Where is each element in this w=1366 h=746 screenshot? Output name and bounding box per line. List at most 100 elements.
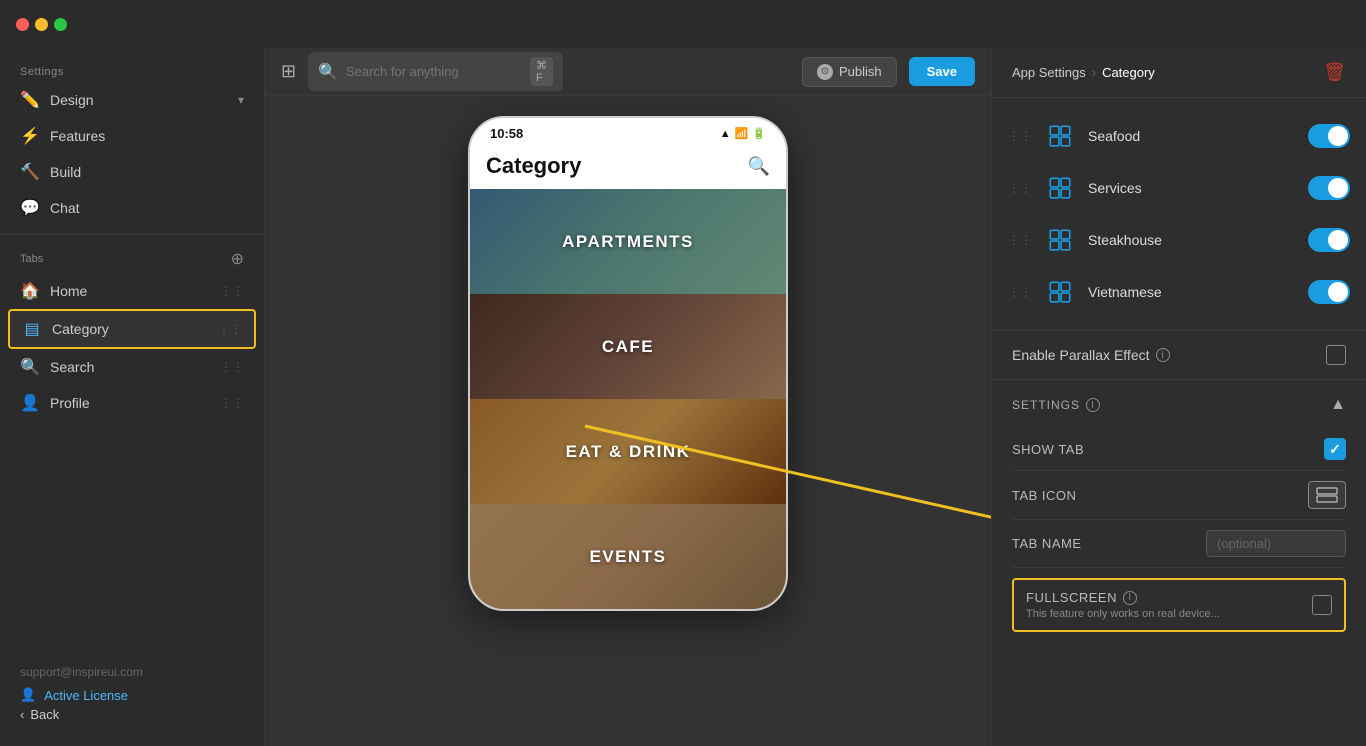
sidebar-footer: support@inspireui.com 👤 Active License ‹… — [0, 653, 264, 734]
right-panel: App Settings › Category 🗑 ⋮⋮ — [991, 48, 1366, 746]
sidebar-item-features[interactable]: ⚡ Features — [0, 118, 264, 154]
phone-frame: 10:58 ▲ 📶 🔋 Category 🔍 — [468, 116, 788, 611]
steakhouse-category-icon — [1044, 224, 1076, 256]
services-toggle[interactable] — [1308, 176, 1350, 200]
tab-name-input[interactable] — [1206, 530, 1346, 557]
publish-button[interactable]: ⊙ Publish — [802, 57, 897, 87]
breadcrumb-root: App Settings — [1012, 65, 1086, 80]
search-bar[interactable]: 🔍 ⌘ F — [308, 52, 563, 91]
eatdrink-label: EAT & DRINK — [566, 442, 691, 462]
chevron-down-icon: ▾ — [238, 93, 244, 107]
back-button[interactable]: ‹ Back — [20, 707, 244, 722]
events-label: EVENTS — [589, 547, 666, 567]
show-tab-row: SHOW TAB — [1012, 428, 1346, 471]
sidebar-item-profile[interactable]: 👤 Profile ⋮⋮ — [0, 385, 264, 421]
breadcrumb-separator: › — [1092, 65, 1096, 80]
save-button[interactable]: Save — [909, 57, 975, 86]
category-card-apartments[interactable]: APARTMENTS — [470, 189, 786, 294]
sidebar-design-label: Design — [50, 92, 228, 108]
maximize-button[interactable] — [54, 18, 67, 31]
settings-title: SETTINGS i — [1012, 398, 1100, 412]
tab-icon-svg — [1316, 487, 1338, 503]
apartments-label: APARTMENTS — [562, 232, 694, 252]
breadcrumb: App Settings › Category — [1012, 65, 1155, 80]
chat-icon: 💬 — [20, 198, 40, 218]
minimize-button[interactable] — [35, 18, 48, 31]
publish-label: Publish — [839, 64, 882, 79]
drag-handle-home: ⋮⋮ — [220, 284, 244, 298]
collapse-icon[interactable]: ▲ — [1330, 396, 1346, 414]
seafood-toggle[interactable] — [1308, 124, 1350, 148]
fullscreen-label: FULLSCREEN i — [1026, 590, 1220, 605]
home-icon: 🏠 — [20, 281, 40, 301]
delete-icon[interactable]: 🗑 — [1323, 62, 1346, 83]
phone-search-icon: 🔍 — [748, 156, 770, 177]
settings-label: SETTINGS — [1012, 398, 1080, 412]
show-tab-label: SHOW TAB — [1012, 442, 1084, 457]
sidebar-item-chat[interactable]: 💬 Chat — [0, 190, 264, 226]
tab-icon-preview[interactable] — [1308, 481, 1346, 509]
vietnamese-toggle[interactable] — [1308, 280, 1350, 304]
features-icon: ⚡ — [20, 126, 40, 146]
seafood-label: Seafood — [1088, 128, 1296, 144]
top-bar: ⊞ 🔍 ⌘ F ⊙ Publish Save — [265, 48, 991, 96]
sidebar-build-label: Build — [50, 164, 244, 180]
sidebar-item-home[interactable]: 🏠 Home ⋮⋮ — [0, 273, 264, 309]
settings-section: SETTINGS i ▲ SHOW TAB TAB ICON — [992, 380, 1366, 640]
phone-category-list: APARTMENTS CAFE EAT & DRINK — [470, 189, 786, 609]
sidebar-search-label: Search — [50, 359, 210, 375]
sidebar-item-build[interactable]: 🔨 Build — [0, 154, 264, 190]
category-card-cafe[interactable]: CAFE — [470, 294, 786, 399]
build-icon: 🔨 — [20, 162, 40, 182]
parallax-checkbox[interactable] — [1326, 345, 1346, 365]
tab-icon-row: TAB ICON — [1012, 471, 1346, 520]
search-input[interactable] — [346, 64, 522, 79]
close-button[interactable] — [16, 18, 29, 31]
tabs-header: Tabs ⊕ — [0, 243, 264, 273]
wifi-icon: 📶 — [735, 127, 749, 140]
battery-icon: 🔋 — [752, 127, 766, 140]
drag-handle-services[interactable]: ⋮⋮ — [1008, 181, 1032, 195]
parallax-info-icon: i — [1156, 348, 1170, 362]
tab-name-label: TAB NAME — [1012, 536, 1082, 551]
grid-icon[interactable]: ⊞ — [281, 61, 296, 82]
profile-icon: 👤 — [20, 393, 40, 413]
list-item: ⋮⋮ Steakhouse — [992, 214, 1366, 266]
vietnamese-label: Vietnamese — [1088, 284, 1296, 300]
add-tab-button[interactable]: ⊕ — [231, 249, 244, 269]
drag-handle-seafood[interactable]: ⋮⋮ — [1008, 129, 1032, 143]
category-card-eatdrink[interactable]: EAT & DRINK — [470, 399, 786, 504]
list-item: ⋮⋮ Seafood — [992, 110, 1366, 162]
tab-name-row: TAB NAME — [1012, 520, 1346, 568]
search-icon: 🔍 — [318, 62, 338, 82]
sidebar-item-design[interactable]: ✏️ Design ▾ — [0, 82, 264, 118]
sidebar-home-label: Home — [50, 283, 210, 299]
search-shortcut: ⌘ F — [530, 57, 553, 86]
search-tab-icon: 🔍 — [20, 357, 40, 377]
traffic-lights — [16, 18, 67, 31]
active-license-item[interactable]: 👤 Active License — [20, 687, 244, 703]
drag-handle-vietnamese[interactable]: ⋮⋮ — [1008, 285, 1032, 299]
fullscreen-text: FULLSCREEN — [1026, 590, 1117, 605]
phone-status-bar: 10:58 ▲ 📶 🔋 — [470, 118, 786, 145]
show-tab-checkbox[interactable] — [1324, 438, 1346, 460]
fullscreen-checkbox[interactable] — [1312, 595, 1332, 615]
sidebar-item-search[interactable]: 🔍 Search ⋮⋮ — [0, 349, 264, 385]
parallax-row: Enable Parallax Effect i — [992, 330, 1366, 380]
drag-handle-steakhouse[interactable]: ⋮⋮ — [1008, 233, 1032, 247]
category-list: ⋮⋮ Seafood ⋮⋮ — [992, 98, 1366, 330]
center-section: ⊞ 🔍 ⌘ F ⊙ Publish Save — [265, 48, 991, 746]
parallax-text: Enable Parallax Effect — [1012, 347, 1150, 363]
fullscreen-label-group: FULLSCREEN i This feature only works on … — [1026, 590, 1220, 620]
drag-handle-category: ⋮⋮ — [218, 322, 242, 336]
settings-info-icon: i — [1086, 398, 1100, 412]
sidebar: Settings ✏️ Design ▾ ⚡ Features 🔨 Build … — [0, 48, 265, 746]
steakhouse-toggle[interactable] — [1308, 228, 1350, 252]
category-card-events[interactable]: EVENTS — [470, 504, 786, 609]
sidebar-item-category[interactable]: ▤ Category ⋮⋮ — [8, 309, 256, 349]
title-bar — [0, 0, 1366, 48]
vietnamese-category-icon — [1044, 276, 1076, 308]
sidebar-profile-label: Profile — [50, 395, 210, 411]
cafe-label: CAFE — [602, 337, 654, 357]
signal-icon: ▲ — [720, 128, 731, 140]
